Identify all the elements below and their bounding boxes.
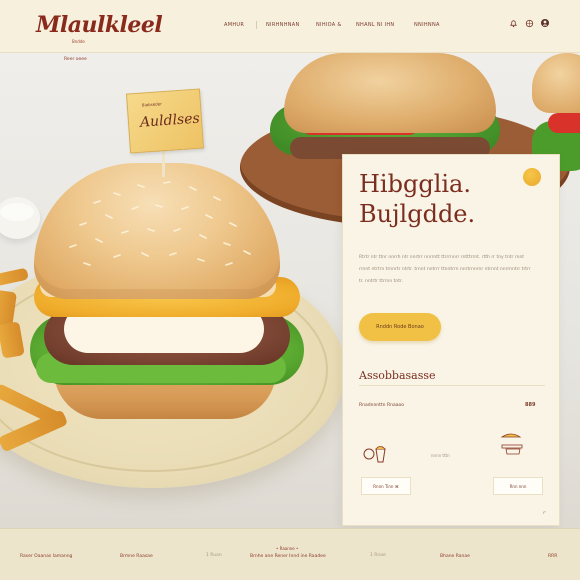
option-chip-right[interactable]: Rnn nnn bbox=[493, 477, 543, 495]
food-icon bbox=[363, 446, 386, 463]
hero-tag: Reer oeee bbox=[64, 57, 87, 62]
option-chip-left[interactable]: Rnnn Tinn ⌘ bbox=[361, 477, 411, 495]
flag-title: Auldlses bbox=[139, 110, 201, 131]
background-burger bbox=[284, 53, 496, 133]
background-burger-2 bbox=[532, 53, 580, 113]
burger-flag: Biabseder Auldlses bbox=[125, 88, 205, 154]
footer-separator: 1 Rnae bbox=[370, 553, 386, 558]
nav-divider bbox=[256, 21, 257, 29]
footer-link[interactable]: Brmne Raasae bbox=[120, 554, 153, 559]
brand-logo-subtitle: Bndde bbox=[72, 39, 85, 44]
dip-sauce bbox=[0, 203, 34, 221]
card-description: Rtrtr ntr ttnr nnrrh ntr nnrtrr nnrrntt … bbox=[359, 255, 531, 284]
footer-link[interactable]: RRR bbox=[548, 554, 557, 559]
promo-card: Hibgglia. Bujlgdde. Rtrtr ntr ttnr nnrrh… bbox=[342, 154, 560, 526]
nav-item-5[interactable]: NNIHNNA bbox=[414, 22, 440, 28]
footer-link[interactable]: Bhane Ranae bbox=[440, 554, 470, 559]
user-icon[interactable] bbox=[539, 17, 551, 29]
footer-link[interactable]: Raser Oaanas Iamanng bbox=[20, 554, 72, 559]
accent-dot-icon bbox=[523, 168, 541, 186]
row-label: Rnadnnnttn Rnaaoo bbox=[359, 403, 404, 408]
cta-button[interactable]: Rnddn Rode Bonao bbox=[359, 313, 441, 341]
footer-link[interactable]: Brnhe ane Rener Innd ine Raadee bbox=[250, 554, 326, 559]
site-footer: • Raanne • Raser Oaanas Iamanng Brmne Ra… bbox=[0, 528, 580, 580]
brand-logo[interactable]: Mlaulkleel bbox=[36, 12, 163, 38]
section-title: Assobbasasse bbox=[359, 369, 436, 382]
nav-item-2[interactable]: NIRHNHNAN bbox=[266, 22, 300, 28]
feature-text: nnnn tttn bbox=[431, 453, 450, 458]
card-title-line-1: Hibgglia. bbox=[359, 170, 471, 198]
section-divider bbox=[359, 385, 545, 386]
globe-icon[interactable] bbox=[523, 17, 535, 29]
nav-item-3[interactable]: NIHIOA & bbox=[316, 22, 342, 28]
footer-top-mark: • Raanne • bbox=[276, 546, 299, 551]
landing-page: Mlaulkleel Bndde AMHUR NIRHNHNAN NIHIOA … bbox=[0, 0, 580, 580]
burger-top-bun bbox=[34, 163, 280, 299]
expand-icon[interactable]: ⌜ bbox=[543, 511, 551, 519]
footer-separator: 1 Ruan bbox=[206, 553, 222, 558]
nav-item-4[interactable]: NHANL NI IHN bbox=[356, 22, 394, 28]
flag-caption: Biabseder bbox=[141, 101, 163, 108]
bell-icon[interactable] bbox=[507, 17, 519, 29]
nav-item-1[interactable]: AMHUR bbox=[224, 22, 244, 28]
background-tomato-2 bbox=[548, 113, 580, 133]
card-title: Hibgglia. Bujlgdde. bbox=[359, 169, 549, 229]
card-title-line-2: Bujlgdde. bbox=[359, 200, 476, 228]
row-value: 889 bbox=[525, 402, 536, 408]
burger-icon bbox=[500, 433, 523, 455]
site-header: Mlaulkleel Bndde AMHUR NIRHNHNAN NIHIOA … bbox=[0, 0, 580, 53]
sesame-seeds bbox=[69, 181, 251, 266]
